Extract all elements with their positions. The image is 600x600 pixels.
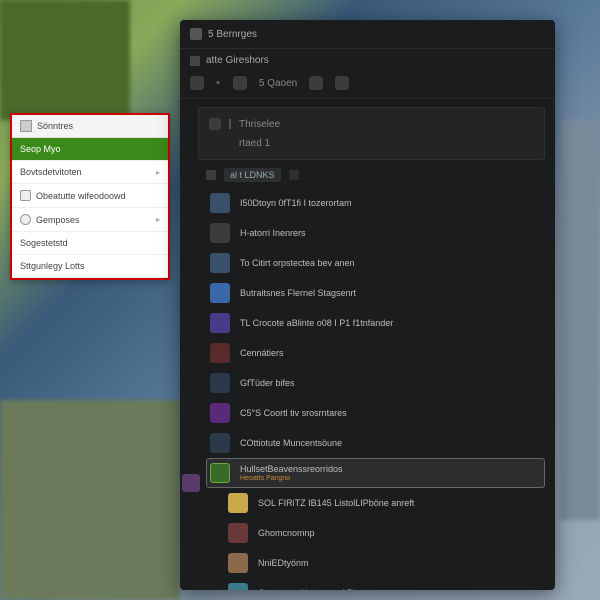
toolbar-icon-3[interactable]: [309, 76, 323, 90]
thumb-icon: [210, 343, 230, 363]
panel-subtitle-row: atte Gireshors: [180, 49, 555, 72]
thumb-icon: [228, 523, 248, 543]
list-item-selected[interactable]: HullsetBeavenssreorridos Heoatts Pangno: [206, 458, 545, 488]
list-item[interactable]: C5°S Coortl tiv srosrntares: [206, 398, 545, 428]
popup-item-label: Sogestetstd: [20, 238, 68, 248]
list-item[interactable]: I50Dtoyn 0fT1fi I tozerortam: [206, 188, 545, 218]
popup-header-icon: [20, 120, 32, 132]
subpanel-row-2[interactable]: rtaed 1: [199, 134, 544, 153]
list-item-label: C5°S Coortl tiv srosrntares: [240, 408, 347, 418]
toolbar-icon-2[interactable]: [233, 76, 247, 90]
list-item-label: Butraitsnes Flernel Stagsenrt: [240, 288, 356, 298]
list-item-subtitle: Heoatts Pangno: [240, 475, 343, 482]
list-item-label: I50Dtoyn 0fT1fi I tozerortam: [240, 198, 352, 208]
thumb-icon: [210, 433, 230, 453]
list-item-label: Ghomcnomnp: [258, 528, 315, 538]
toolbar: • 5 Qaoen: [180, 72, 555, 99]
panel-titlebar: 5 Bernrges: [180, 20, 555, 49]
popup-item-3[interactable]: Gemposes ▸: [12, 208, 168, 232]
list-item[interactable]: TL Crocote aBlinte o08 I P1 f1tnfander: [206, 308, 545, 338]
thumb-icon: [210, 283, 230, 303]
filter-label[interactable]: al t LDNKS: [224, 168, 281, 182]
thumb-icon: [210, 403, 230, 423]
panel-title: 5 Bernrges: [208, 29, 257, 40]
subpanel-label: rtaed 1: [239, 138, 270, 149]
list-item-label: H-atorri Inenrers: [240, 228, 306, 238]
popup-item-2[interactable]: Obeatutte wifeodoowd: [12, 184, 168, 208]
thumb-icon: [210, 253, 230, 273]
popup-item-0[interactable]: Seop Myo: [12, 138, 168, 161]
context-popup: Sönntres Seop Myo Bovtsdetvitoten ▸ Obea…: [10, 113, 170, 280]
popup-header: Sönntres: [12, 115, 168, 138]
popup-item-label: Gemposes: [36, 215, 80, 225]
list-item-label: TL Crocote aBlinte o08 I P1 f1tnfander: [240, 318, 393, 328]
toolbar-separator: •: [216, 77, 221, 89]
list-item[interactable]: SOL FIRiTZ IB145 ListolLIPböne anreft: [224, 488, 545, 518]
list-item-label: To Citirt orpstectea bev anen: [240, 258, 355, 268]
circle-icon: [20, 214, 31, 225]
toolbar-icon-4[interactable]: [335, 76, 349, 90]
thumb-icon: [210, 193, 230, 213]
thumb-icon: [210, 223, 230, 243]
popup-item-label: Seop Myo: [20, 144, 61, 154]
list-item-label: NniEDtyönm: [258, 558, 309, 568]
thumb-icon: [228, 583, 248, 590]
list-item-label: GfTüder bifes: [240, 378, 295, 388]
list-item[interactable]: NniEDtyönm: [224, 548, 545, 578]
app-icon: [190, 28, 202, 40]
chevron-right-icon: ▸: [156, 215, 160, 224]
popup-item-1[interactable]: Bovtsdetvitoten ▸: [12, 161, 168, 184]
popup-item-label: Sttgunlegy Lotts: [20, 261, 85, 271]
thumb-icon: [210, 373, 230, 393]
list-item[interactable]: Gtrtetoner Nvareaced Phmtton: [224, 578, 545, 590]
popup-item-label: Obeatutte wifeodoowd: [36, 191, 126, 201]
main-panel: 5 Bernrges atte Gireshors • 5 Qaoen Thri…: [180, 20, 555, 590]
popup-item-4[interactable]: Sogestetstd: [12, 232, 168, 255]
list-item[interactable]: H-atorri Inenrers: [206, 218, 545, 248]
list-item[interactable]: GfTüder bifes: [206, 368, 545, 398]
thumb-icon: [210, 463, 230, 483]
thumb-icon: [210, 313, 230, 333]
popup-item-5[interactable]: Sttgunlegy Lotts: [12, 255, 168, 278]
list-item-label: Cennátiers: [240, 348, 284, 358]
thumb-icon: [228, 493, 248, 513]
popup-title: Sönntres: [37, 121, 73, 131]
subpanel-icon: [209, 118, 221, 130]
asset-list: I50Dtoyn 0fT1fi I tozerortam H-atorri In…: [180, 186, 555, 590]
subpanel-label: Thriselee: [239, 119, 280, 130]
side-handle-icon[interactable]: [182, 474, 200, 492]
list-item-label: SOL FIRiTZ IB145 ListolLIPböne anreft: [258, 498, 414, 508]
filter-icon[interactable]: [206, 170, 216, 180]
list-item[interactable]: Ghomcnomnp: [224, 518, 545, 548]
list-item[interactable]: Butraitsnes Flernel Stagsenrt: [206, 278, 545, 308]
section-icon: [190, 56, 200, 66]
box-icon: [20, 190, 31, 201]
list-item[interactable]: COttiotute Muncentsöune: [206, 428, 545, 458]
chevron-right-icon: ▸: [156, 168, 160, 177]
filter-row: al t LDNKS: [180, 160, 555, 186]
thumb-icon: [228, 553, 248, 573]
panel-subtitle: atte Gireshors: [206, 55, 269, 66]
list-item[interactable]: Cennátiers: [206, 338, 545, 368]
toolbar-label: 5 Qaoen: [259, 78, 297, 89]
subpanel: Thriselee rtaed 1: [198, 107, 545, 160]
divider-icon: [229, 119, 231, 129]
filter-end-icon[interactable]: [289, 170, 299, 180]
list-item-label: COttiotute Muncentsöune: [240, 438, 342, 448]
popup-item-label: Bovtsdetvitoten: [20, 167, 82, 177]
list-item-label: HullsetBeavenssreorridos Heoatts Pangno: [240, 464, 343, 482]
subpanel-row-1[interactable]: Thriselee: [199, 114, 544, 134]
toolbar-icon-1[interactable]: [190, 76, 204, 90]
list-item-label: Gtrtetoner Nvareaced Phmtton: [258, 588, 381, 590]
list-item[interactable]: To Citirt orpstectea bev anen: [206, 248, 545, 278]
